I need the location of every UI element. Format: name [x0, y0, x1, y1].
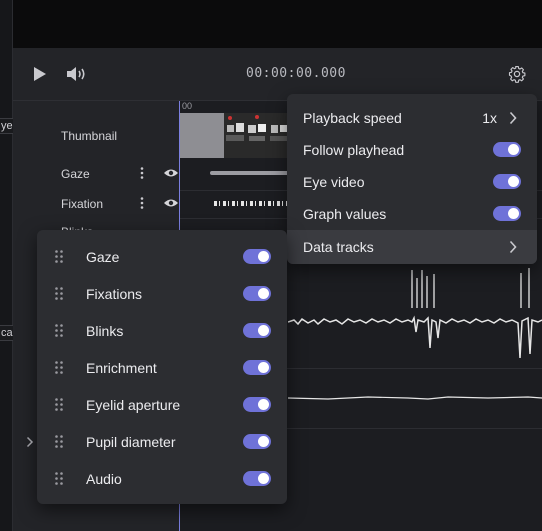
drag-handle-icon[interactable]	[55, 287, 63, 300]
data-track-label: Enrichment	[86, 360, 157, 376]
data-track-toggle[interactable]	[243, 471, 271, 486]
video-thumbnail	[224, 113, 246, 158]
eye-video-toggle[interactable]	[493, 174, 521, 189]
data-track-toggle[interactable]	[243, 360, 271, 375]
data-track-label: Gaze	[86, 249, 120, 265]
eye-icon[interactable]	[163, 198, 179, 208]
thumbnail-image	[248, 115, 266, 141]
play-button[interactable]	[32, 66, 48, 82]
data-track-label: Pupil diameter	[86, 434, 176, 450]
signal-waveforms	[288, 268, 542, 400]
data-track-toggle[interactable]	[243, 397, 271, 412]
data-track-item[interactable]: Fixations	[37, 275, 287, 312]
menu-item-label: Follow playhead	[303, 142, 405, 158]
settings-button[interactable]	[508, 65, 526, 83]
data-track-item[interactable]: Pupil diameter	[37, 423, 287, 460]
track-label-fixation: Fixation	[61, 197, 104, 211]
playback-speed-value: 1x	[482, 110, 497, 126]
data-track-label: Blinks	[86, 323, 124, 339]
menu-item-follow-playhead[interactable]: Follow playhead	[287, 134, 537, 166]
kebab-icon[interactable]	[140, 167, 144, 179]
track-label-thumbnail: Thumbnail	[61, 129, 118, 143]
follow-playhead-toggle[interactable]	[493, 142, 521, 157]
thumbnail-image	[226, 116, 244, 141]
eyelid-aperture-waveform	[288, 315, 542, 359]
eye-icon[interactable]	[163, 168, 179, 178]
drag-handle-icon[interactable]	[55, 324, 63, 337]
menu-item-label: Graph values	[303, 206, 387, 222]
menu-item-label: Playback speed	[303, 110, 402, 126]
data-track-item[interactable]: Audio	[37, 460, 287, 497]
data-track-toggle[interactable]	[243, 434, 271, 449]
video-thumbnail	[246, 113, 268, 158]
menu-item-playback-speed[interactable]: Playback speed 1x	[287, 102, 537, 134]
volume-button[interactable]	[66, 66, 88, 82]
data-track-toggle[interactable]	[243, 249, 271, 264]
drag-handle-icon[interactable]	[55, 435, 63, 448]
drag-handle-icon[interactable]	[55, 472, 63, 485]
data-track-item[interactable]: Eyelid aperture	[37, 386, 287, 423]
video-area	[0, 0, 542, 48]
graph-values-toggle[interactable]	[493, 206, 521, 221]
time-display: 00:00:00.000	[246, 66, 346, 81]
menu-item-graph-values[interactable]: Graph values	[287, 198, 537, 230]
drag-handle-icon[interactable]	[55, 250, 63, 263]
menu-item-label: Data tracks	[303, 239, 374, 255]
menu-item-eye-video[interactable]: Eye video	[287, 166, 537, 198]
data-track-toggle[interactable]	[243, 323, 271, 338]
fixation-track-marks	[214, 201, 288, 206]
timeline-ruler-label: 00	[182, 101, 193, 111]
data-tracks-panel: Gaze Fixations Blinks Enrichment Eyelid aper…	[37, 230, 287, 504]
play-icon	[34, 67, 46, 81]
chevron-right-icon	[509, 240, 517, 254]
data-track-toggle[interactable]	[243, 286, 271, 301]
data-track-label: Eyelid aperture	[86, 397, 181, 413]
chevron-right-icon	[509, 111, 517, 125]
drag-handle-icon[interactable]	[55, 361, 63, 374]
data-track-label: Fixations	[86, 286, 143, 302]
menu-item-data-tracks[interactable]: Data tracks	[287, 230, 537, 264]
gear-icon	[508, 65, 526, 83]
data-track-item[interactable]: Blinks	[37, 312, 287, 349]
blink-spikes	[411, 268, 530, 308]
kebab-icon[interactable]	[140, 197, 144, 209]
volume-icon	[67, 67, 85, 81]
settings-menu: Playback speed 1x Follow playhead Eye vi…	[287, 94, 537, 264]
chevron-right-icon[interactable]	[26, 436, 34, 448]
pupil-diameter-waveform	[288, 396, 542, 400]
data-track-item[interactable]: Enrichment	[37, 349, 287, 386]
left-panel-edge	[0, 0, 13, 531]
menu-item-label: Eye video	[303, 174, 365, 190]
drag-handle-icon[interactable]	[55, 398, 63, 411]
thumbnail-strip	[180, 113, 290, 158]
gaze-track-bar	[210, 171, 290, 175]
data-track-label: Audio	[86, 471, 122, 487]
track-label-gaze: Gaze	[61, 167, 90, 181]
data-track-item[interactable]: Gaze	[37, 238, 287, 275]
